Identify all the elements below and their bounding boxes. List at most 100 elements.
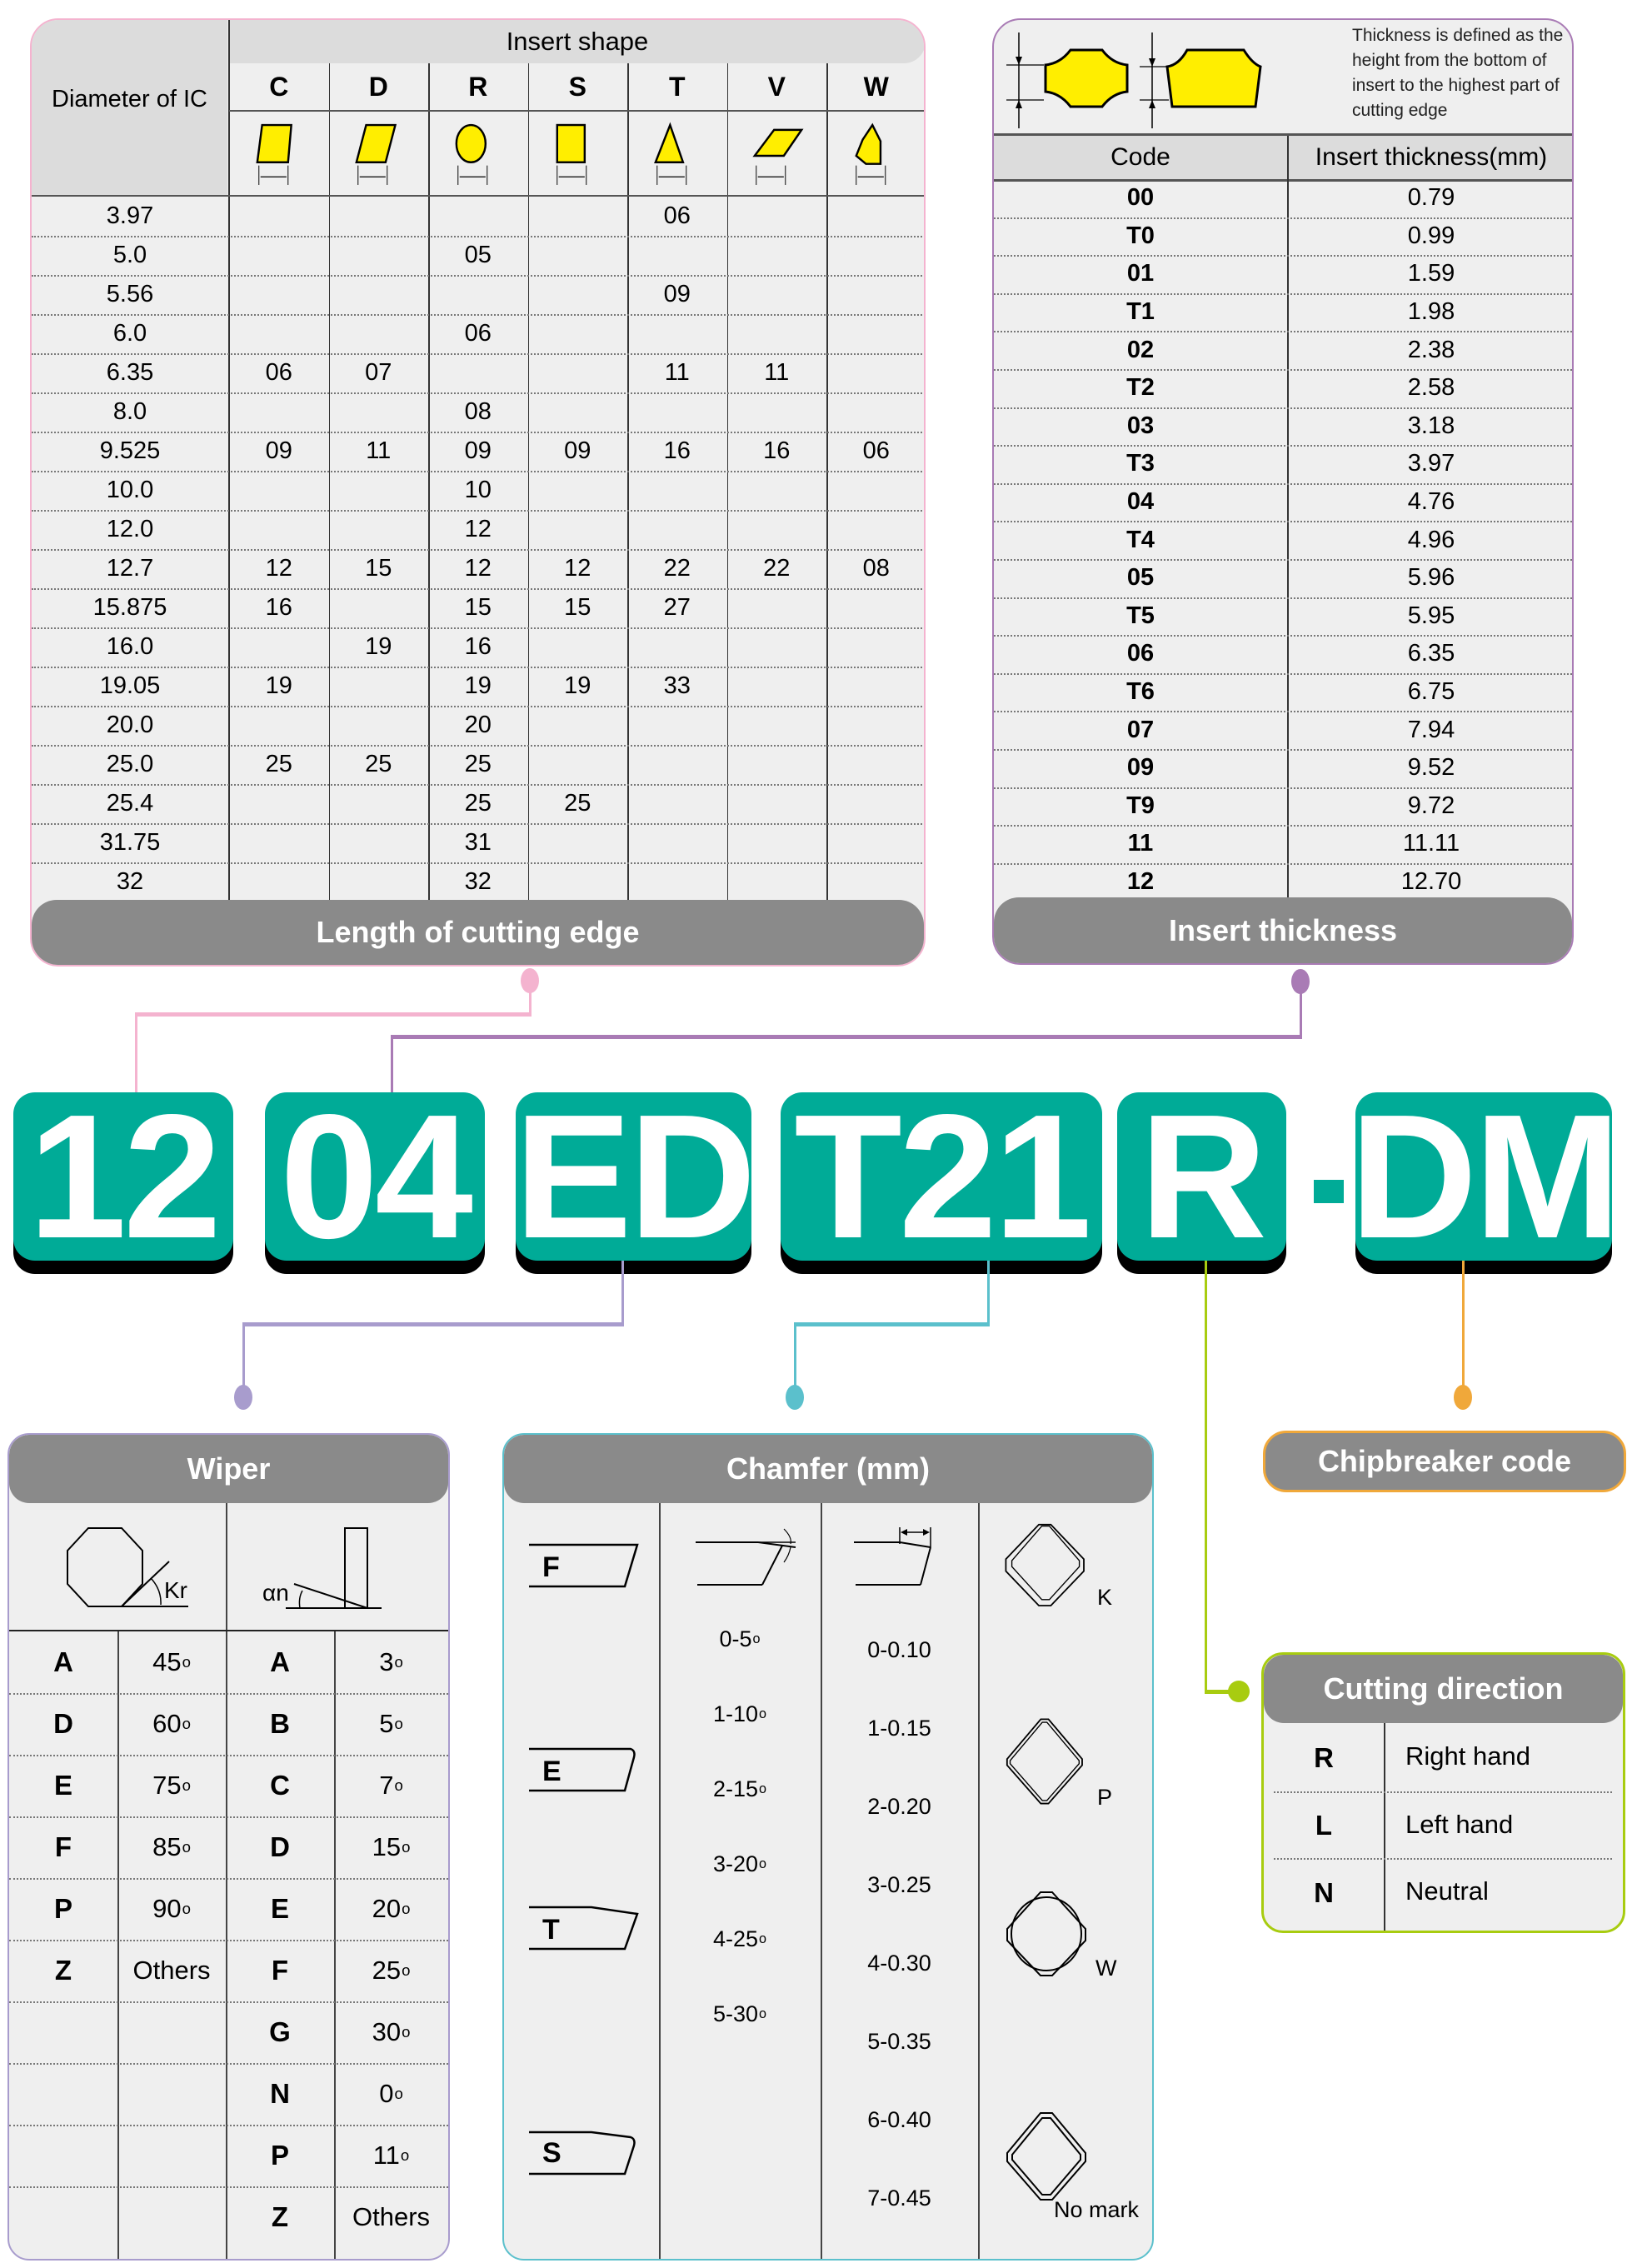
shape-letter-d: D [368,71,388,102]
cutting-edge-length-cell [428,275,528,314]
cutting-edge-length-cell: 06 [265,359,292,386]
cutting-edge-length-cell [627,745,727,784]
an-code-cell: B [270,1708,290,1739]
chamfer-type-s: S [542,2137,561,2169]
cutting-edge-length-cell: 31 [464,829,492,856]
thickness-diagram-icon [1006,32,1262,128]
chamfer-width-value: 7-0.45 [867,2185,931,2211]
ic-diameter-cell: 6.0 [112,320,147,347]
cutting-edge-length-cell [428,197,528,236]
thickness-code-cell: T1 [1126,298,1155,326]
shape-r-icon [452,122,510,188]
chamfer-width-value: 1-0.15 [867,1715,931,1741]
thickness-value-cell: 6.35 [1407,640,1455,667]
an-code-cell: E [270,1893,289,1924]
kr-angle-diagram-icon: Kr [67,1527,188,1607]
cutting-edge-length-cell [826,392,924,432]
an-angle-cell: Others [352,2202,431,2231]
kr-code-cell [9,2186,117,2248]
code-block-chipbreaker[interactable]: DM [1350,1088,1621,1265]
thickness-code-cell: T6 [1126,678,1155,706]
thickness-code-cell: 03 [1126,412,1155,439]
code-block-cutting-direction[interactable]: R [1117,1088,1286,1265]
thickness-value-cell: 2.38 [1407,336,1455,363]
svg-text:Kr: Kr [164,1577,187,1603]
length-of-cutting-edge-table: Diameter of IC Insert shape Length of cu… [30,18,926,967]
chamfer-width-value: 4-0.30 [867,1950,931,1976]
mark-p-label: P [1097,1785,1113,1810]
cutting-direction-table: Cutting direction R Right hand L Left hand N… [1261,1652,1625,1933]
cutting-edge-length-cell [627,471,727,510]
cutting-edge-length-cell [329,823,429,862]
kr-code-cell [9,2001,117,2063]
thickness-value-cell: 3.18 [1407,412,1455,439]
ic-diameter-cell: 9.525 [99,437,161,464]
thickness-code-cell: T3 [1126,450,1155,477]
thickness-code-cell: 05 [1126,564,1155,592]
an-angle-cell: 0o [379,2079,403,2108]
code-block-chamfer[interactable]: T21 [781,1088,1102,1265]
chamfer-table: Chamfer (mm) F E T S 0-5 o 1-10 o 2-15 o 3-20 o… [502,1433,1154,2261]
cutting-edge-length-cell [727,471,827,510]
shape-letter-c: C [269,71,289,102]
thickness-code-cell: T0 [1126,222,1155,249]
cutting-edge-length-cell: 08 [862,555,890,582]
cutting-edge-length-cell [528,236,628,275]
ic-diameter-cell: 25.0 [106,751,154,777]
cutting-edge-length-cell [826,862,924,902]
kr-code-cell [9,2125,117,2186]
an-code-cell: P [270,2140,289,2171]
mark-none-icon [1006,2112,1086,2201]
cutting-edge-length-cell: 09 [265,437,292,464]
cutting-direction-label: Right hand [1405,1741,1530,1771]
cutting-edge-length-cell: 25 [464,790,492,817]
an-angle-cell: 30 o [372,2017,411,2046]
chipbreaker-connector-dot [1454,1385,1472,1410]
an-code-cell: G [269,2016,291,2047]
cutting-direction-label: Neutral [1405,1876,1489,1906]
cutting-edge-length-cell: 09 [564,437,591,464]
cutting-edge-length-cell [528,471,628,510]
kr-angle-cell [117,2186,226,2248]
cutting-edge-length-cell: 12 [564,555,591,582]
cutting-edge-length-cell [329,314,429,353]
thickness-col-code: Code [1110,143,1170,171]
chamfer-width-value: 6-0.40 [867,2106,931,2132]
code-block-thickness[interactable]: 04 [265,1088,485,1265]
code-block-wiper[interactable]: ED [514,1088,756,1265]
cutting-edge-length-cell: 15 [564,594,591,621]
cutting-edge-length-cell [627,236,727,275]
chamfer-width-value: 2-0.20 [867,1793,931,1819]
shape-c-icon [252,122,311,188]
thickness-code-cell: T9 [1126,792,1155,819]
cutting-edge-length-cell: 12 [464,555,492,582]
chamfer-angle-value: 2-15 o [712,1776,767,1801]
ic-diameter-cell: 15.875 [92,594,167,621]
code-block-ic-size[interactable]: 12 [13,1088,233,1265]
cutting-edge-length-cell: 10 [464,477,492,503]
cutting-edge-length-cell [826,314,924,353]
thickness-value-cell: 1.98 [1407,298,1455,326]
length-connector [135,1012,532,1017]
kr-code-cell: A [53,1646,73,1677]
thickness-value-cell: 6.75 [1407,678,1455,706]
cutting-edge-length-cell [727,510,827,549]
cutting-edge-length-cell [826,745,924,784]
cutting-edge-length-cell: 22 [763,555,791,582]
ic-diameter-cell: 5.56 [106,281,154,307]
cutting-edge-length-cell: 09 [464,437,492,464]
shape-letter-t: T [668,71,686,102]
an-angle-cell: 7o [379,1771,403,1800]
cutting-edge-length-cell [329,236,429,275]
cutting-edge-length-cell [826,823,924,862]
cutting-edge-length-cell [627,314,727,353]
kr-code-cell: P [53,1893,72,1924]
an-code-cell: A [270,1646,290,1677]
cutting-edge-length-cell: 16 [265,594,292,621]
cutting-edge-length-cell [229,314,329,353]
cutting-direction-connector [1205,1261,1207,1694]
shape-letter-w: W [863,71,889,102]
mark-k-label: K [1097,1585,1113,1610]
cutting-edge-length-cell [727,745,827,784]
an-angle-cell: 25 o [372,1956,411,1985]
